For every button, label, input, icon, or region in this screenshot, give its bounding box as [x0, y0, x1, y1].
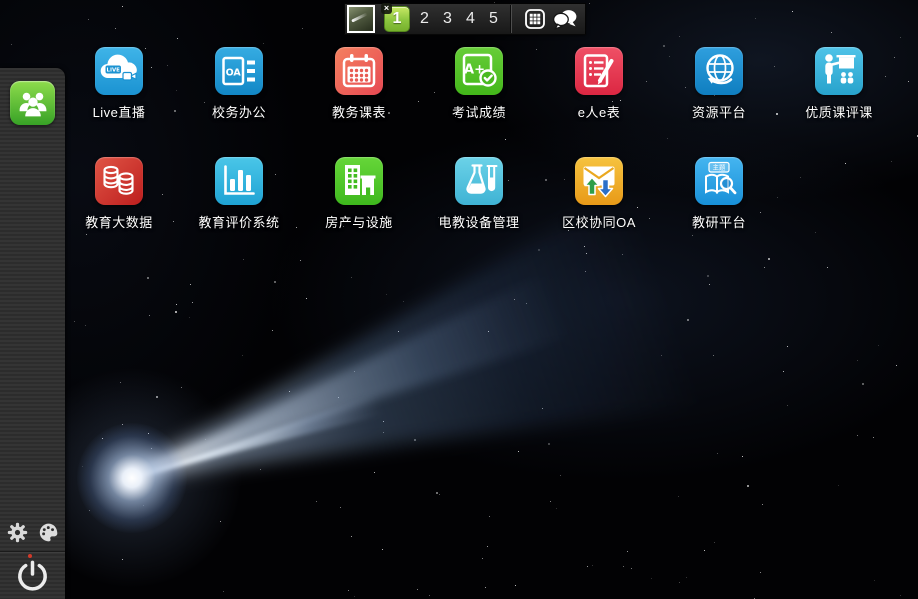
lecture-board-icon [815, 47, 863, 95]
page-tab-label: 2 [420, 10, 429, 28]
app-lesson-evaluation[interactable]: 优质课评课 [779, 47, 899, 121]
close-page-icon[interactable]: × [381, 3, 392, 14]
app-label: 教务课表 [332, 102, 386, 121]
exam-scores-icon: A+ [455, 47, 503, 95]
app-exam-scores[interactable]: A+ 考试成绩 [419, 47, 539, 121]
app-label: 优质课评课 [805, 102, 873, 121]
dock-sidebar [0, 68, 65, 599]
page-tab-4[interactable]: 4 [459, 4, 482, 34]
power-section [0, 551, 65, 599]
mail-sync-icon [575, 157, 623, 205]
app-district-school-oa[interactable]: 区校协同OA [539, 157, 659, 231]
page-tab-label: 3 [443, 10, 452, 28]
settings-button[interactable] [5, 520, 29, 544]
page-tab-3[interactable]: 3 [436, 4, 459, 34]
app-e-form[interactable]: e人e表 [539, 47, 659, 121]
palette-icon [37, 521, 60, 544]
gear-icon [6, 521, 29, 544]
power-button[interactable] [13, 556, 52, 595]
flask-icon [455, 157, 503, 205]
buildings-icon [335, 157, 383, 205]
app-row-1: LIVE Live直播 OA 校务办公 [59, 47, 899, 121]
app-property-facilities[interactable]: 房产与设施 [299, 157, 419, 231]
app-label: e人e表 [578, 102, 620, 121]
svg-text:LIVE: LIVE [107, 68, 121, 74]
svg-text:OA: OA [226, 68, 242, 79]
theme-button[interactable] [36, 520, 60, 544]
page-tab-2[interactable]: 2 [413, 4, 436, 34]
app-label: 教育评价系统 [198, 212, 279, 231]
app-label: 教育大数据 [85, 212, 153, 231]
e-form-icon [575, 47, 623, 95]
school-office-icon: OA [215, 47, 263, 95]
power-icon [13, 556, 52, 595]
bar-chart-icon [215, 157, 263, 205]
wallpaper-thumbnail-button[interactable] [347, 5, 375, 33]
notification-dot [28, 554, 32, 558]
live-broadcast-icon: LIVE [95, 47, 143, 95]
app-av-equipment-management[interactable]: 电教设备管理 [419, 157, 539, 231]
grid-icon [524, 8, 546, 30]
app-label: 电教设备管理 [438, 212, 519, 231]
app-label: 教研平台 [692, 212, 746, 231]
svg-text:主题: 主题 [713, 163, 726, 172]
page-tab-label: 4 [466, 10, 475, 28]
page-switcher-bar: 1 × 2 3 4 5 [344, 3, 586, 35]
app-label: Live直播 [93, 102, 146, 121]
app-resource-platform[interactable]: 资源平台 [659, 47, 779, 121]
app-curriculum-timetable[interactable]: 教务课表 [299, 47, 419, 121]
app-label: 资源平台 [692, 102, 746, 121]
calendar-icon [335, 47, 383, 95]
page-tab-1[interactable]: 1 × [384, 6, 410, 32]
page-tab-5[interactable]: 5 [482, 4, 505, 34]
app-grid-button[interactable] [522, 6, 548, 32]
messages-button[interactable] [552, 6, 578, 32]
app-label: 房产与设施 [325, 212, 393, 231]
database-icon [95, 157, 143, 205]
toolbar-divider [510, 5, 512, 33]
app-label: 校务办公 [212, 102, 266, 121]
app-teaching-research-platform[interactable]: 主题 教研平台 [659, 157, 779, 231]
page-tab-label: 5 [489, 10, 498, 28]
app-education-evaluation-system[interactable]: 教育评价系统 [179, 157, 299, 231]
app-education-big-data[interactable]: 教育大数据 [59, 157, 179, 231]
app-label: 区校协同OA [562, 212, 636, 231]
app-school-office-oa[interactable]: OA 校务办公 [179, 47, 299, 121]
globe-icon [695, 47, 743, 95]
comet-head [77, 423, 187, 533]
user-group-button[interactable] [10, 81, 55, 125]
app-row-2: 教育大数据 教育评价系统 [59, 157, 779, 231]
book-search-icon: 主题 [695, 157, 743, 205]
app-live-broadcast[interactable]: LIVE Live直播 [59, 47, 179, 121]
chat-icon [552, 8, 578, 30]
app-label: 考试成绩 [452, 102, 506, 121]
page-tab-label: 1 [393, 10, 402, 28]
users-icon [14, 84, 52, 122]
